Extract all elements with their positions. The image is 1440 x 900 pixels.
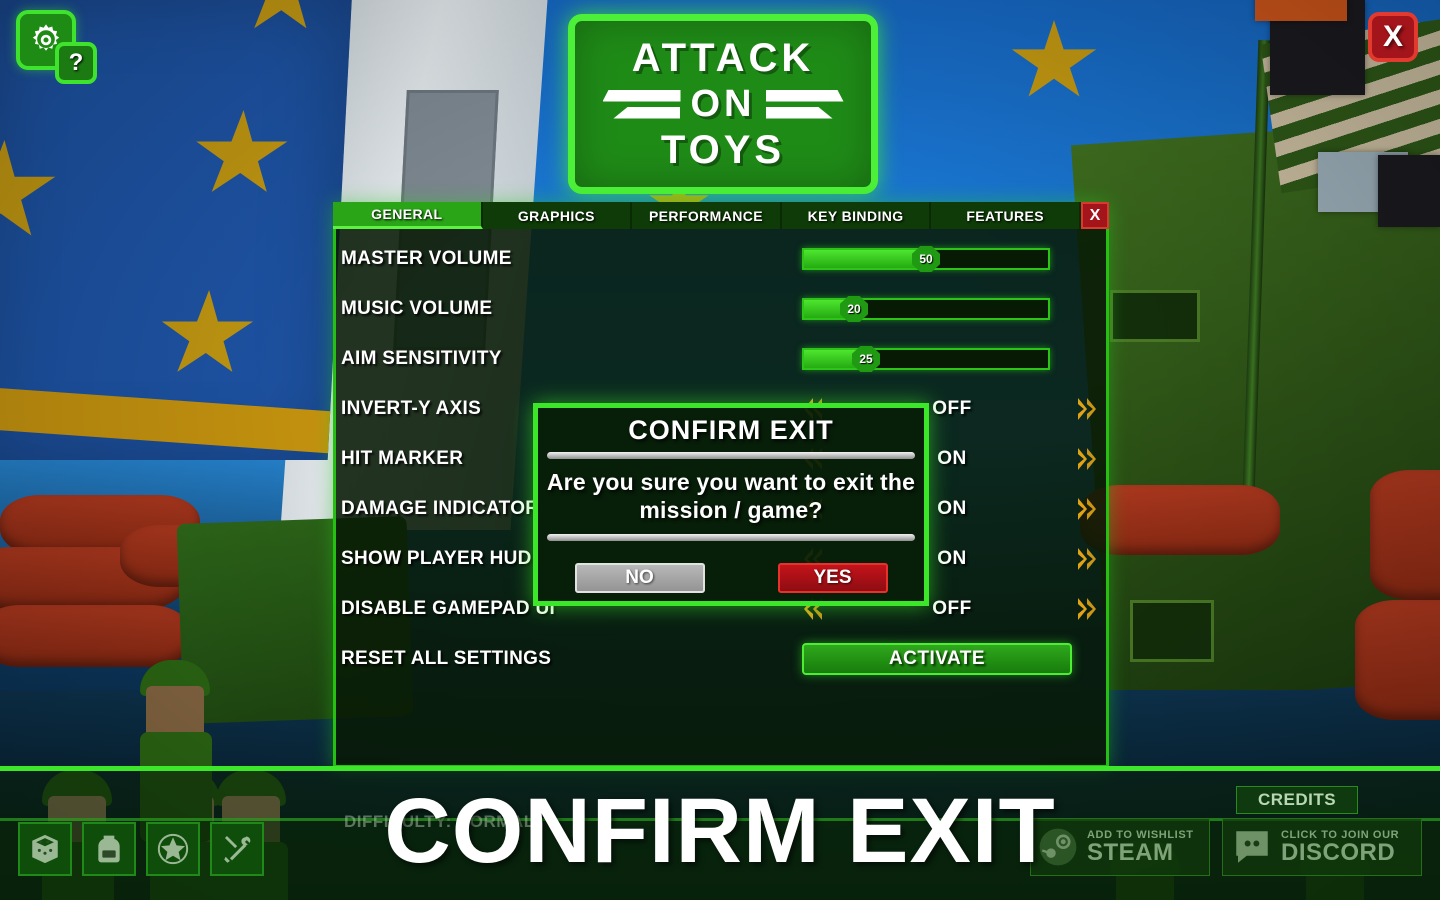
wing-left-icon bbox=[602, 89, 681, 119]
discord-icon bbox=[1236, 831, 1268, 863]
tab-graphics[interactable]: GRAPHICS bbox=[482, 202, 633, 229]
window-close-button[interactable]: X bbox=[1368, 12, 1418, 62]
chevron-right-icon[interactable] bbox=[1076, 446, 1102, 472]
dialog-button-row: NO YES bbox=[538, 563, 924, 594]
tab-key-binding[interactable]: KEY BINDING bbox=[781, 202, 932, 229]
settings-tab-bar: GENERAL GRAPHICS PERFORMANCE KEY BINDING… bbox=[333, 202, 1109, 229]
help-label: ? bbox=[68, 49, 84, 76]
tools-icon bbox=[224, 835, 251, 863]
setting-row-reset-all-settings: RESET ALL SETTINGS ACTIVATE bbox=[341, 634, 1101, 684]
help-button[interactable]: ? bbox=[55, 42, 97, 84]
wing-right-icon bbox=[765, 89, 844, 119]
tools-button[interactable] bbox=[210, 822, 264, 876]
music-volume-slider[interactable]: 20 bbox=[802, 296, 1050, 322]
activate-button[interactable]: ACTIVATE bbox=[802, 643, 1072, 675]
logo-line-on: ON bbox=[690, 82, 756, 125]
dialog-title: CONFIRM EXIT bbox=[628, 415, 834, 445]
star-icon bbox=[157, 833, 189, 865]
discord-big-label: DISCORD bbox=[1281, 838, 1396, 866]
discord-join-button[interactable]: CLICK TO JOIN OUR DISCORD bbox=[1222, 818, 1422, 876]
credits-button[interactable]: CREDITS bbox=[1236, 786, 1358, 814]
tab-performance[interactable]: PERFORMANCE bbox=[632, 202, 782, 229]
steam-big-label: STEAM bbox=[1087, 838, 1174, 866]
backpack-icon bbox=[98, 835, 120, 863]
aim-sensitivity-slider[interactable]: 25 bbox=[802, 346, 1050, 372]
setting-label: AIM SENSITIVITY bbox=[341, 348, 502, 369]
steam-icon bbox=[1039, 828, 1077, 866]
chevron-right-icon[interactable] bbox=[1076, 396, 1102, 422]
slider-knob[interactable]: 20 bbox=[840, 296, 868, 322]
dice-icon bbox=[32, 834, 58, 864]
difficulty-label: DIFFICULTY: NORMAL bbox=[344, 812, 535, 831]
slider-fill bbox=[804, 250, 928, 268]
dialog-divider-bottom bbox=[547, 534, 915, 542]
close-icon: X bbox=[1382, 20, 1403, 53]
setting-row-music-volume: MUSIC VOLUME 20 bbox=[341, 284, 1101, 334]
chevron-right-icon[interactable] bbox=[1076, 496, 1102, 522]
discord-labels: CLICK TO JOIN OUR DISCORD bbox=[1281, 829, 1399, 866]
star-button[interactable] bbox=[146, 822, 200, 876]
setting-label: MUSIC VOLUME bbox=[341, 298, 493, 319]
tab-features[interactable]: FEATURES bbox=[931, 202, 1081, 229]
steam-wishlist-button[interactable]: ADD TO WISHLIST STEAM bbox=[1030, 818, 1210, 876]
settings-close-button[interactable]: X bbox=[1080, 202, 1109, 229]
game-logo: ATTACK ON TOYS bbox=[568, 14, 878, 194]
logo-line-toys: TOYS bbox=[660, 127, 786, 172]
no-button[interactable]: NO bbox=[574, 563, 705, 594]
setting-label: MASTER VOLUME bbox=[341, 248, 512, 269]
steam-labels: ADD TO WISHLIST STEAM bbox=[1087, 829, 1194, 866]
tab-general[interactable]: GENERAL bbox=[333, 202, 483, 229]
setting-row-aim-sensitivity: AIM SENSITIVITY 25 bbox=[341, 334, 1101, 384]
yes-button[interactable]: YES bbox=[777, 563, 888, 594]
master-volume-slider[interactable]: 50 bbox=[802, 246, 1050, 272]
slider-knob[interactable]: 50 bbox=[912, 246, 940, 272]
dialog-divider-top bbox=[547, 452, 915, 459]
setting-label: RESET ALL SETTINGS bbox=[341, 648, 552, 669]
dice-button[interactable] bbox=[18, 822, 72, 876]
logo-middle-row: ON bbox=[575, 83, 871, 126]
chevron-right-icon[interactable] bbox=[1076, 546, 1102, 572]
confirm-exit-dialog: CONFIRM EXIT Are you sure you want to ex… bbox=[533, 403, 929, 606]
logo-line-attack: ATTACK bbox=[631, 35, 815, 80]
chevron-right-icon[interactable] bbox=[1076, 596, 1102, 622]
dialog-message: Are you sure you want to exit the missio… bbox=[546, 469, 916, 524]
backpack-button[interactable] bbox=[82, 822, 136, 876]
slider-knob[interactable]: 25 bbox=[852, 346, 880, 372]
setting-row-master-volume: MASTER VOLUME 50 bbox=[341, 234, 1101, 284]
